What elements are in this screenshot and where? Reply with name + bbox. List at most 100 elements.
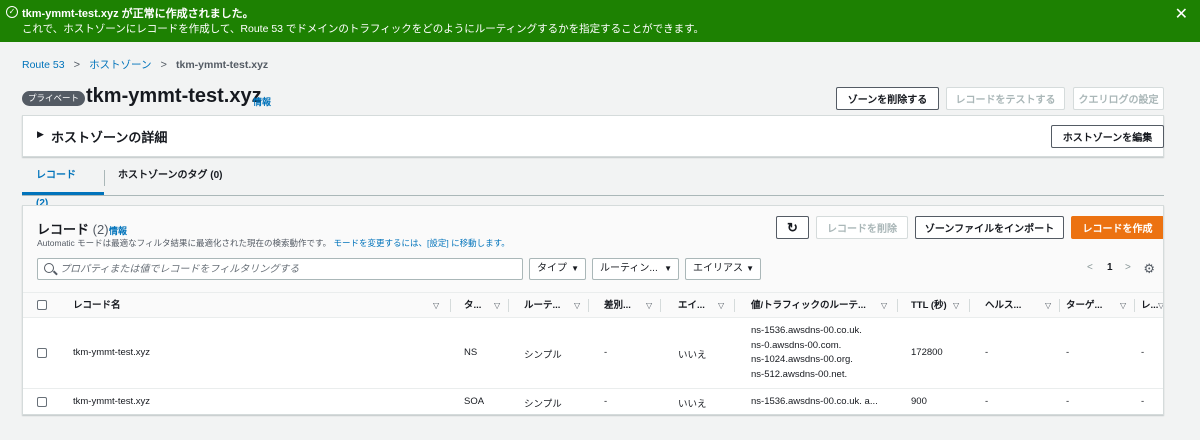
sort-icon: ▽ [646,301,653,310]
page-number[interactable]: 1 [1107,262,1113,273]
col-label: TTL (秒) [911,300,947,311]
cell-health: - [985,396,989,407]
tab-records[interactable]: レコード (2) [22,162,105,209]
table-row[interactable]: tkm-ymmt-test.xyz NS シンプル - いいえ ns-1536.… [23,318,1163,389]
cell-diff: - [604,396,608,407]
col-label: 値/トラフィックのルーテ... [751,300,866,311]
test-record-button[interactable]: レコードをテストする [946,87,1065,110]
col-target[interactable]: ターゲ... ▽ [1066,293,1136,318]
breadcrumb-hosted-zones[interactable]: ホストゾーン [89,57,151,72]
col-diff[interactable]: 差別... ▽ [604,293,664,318]
filter-type[interactable]: タイプ ▼ [529,258,586,280]
edit-zone-button[interactable]: ホストゾーンを編集 [1051,125,1164,148]
tab-records-label: レコード (2) [36,170,76,209]
col-sep [588,299,589,312]
info-link[interactable]: 情報 [253,95,271,108]
col-type[interactable]: タ... ▽ [464,293,524,318]
sort-icon: ▽ [494,301,501,310]
page-title: tkm-ymmt-test.xyz [86,85,262,107]
cell-target: - [1066,347,1070,358]
col-sep [969,299,970,312]
flash-message: これで、ホストゾーンにレコードを作成して、Route 53 でドメインのトラフィ… [22,23,705,35]
tabs: レコード (2) ホストゾーンのタグ (0) [22,162,1164,209]
table-header: レコード名 ▽ タ... ▽ ルーテ... ▽ 差別... ▽ エイ... ▽ 値/トラフ… [23,292,1163,318]
cell-type: SOA [464,396,485,407]
table-row[interactable]: tkm-ymmt-test.xyz SOA シンプル - いいえ ns-1536… [23,389,1163,414]
sort-icon: ▽ [881,301,888,310]
close-icon[interactable]: ✕ [1175,4,1188,24]
col-record-name[interactable]: レコード名 ▽ [73,293,451,318]
cell-last: - [1141,396,1145,407]
sort-icon: ▽ [953,301,960,310]
search-input[interactable] [60,261,510,277]
create-record-button[interactable]: レコードを作成 [1071,216,1163,239]
breadcrumb: Route 53 > ホストゾーン > tkm-ymmt-test.xyz [22,57,268,72]
caret-down-icon: ▼ [571,264,579,273]
sort-icon: ▽ [1120,301,1127,310]
col-sep [734,299,735,312]
import-zone-file-button[interactable]: ゾーンファイルをインポート [915,216,1064,239]
cell-routing: シンプル [524,399,562,410]
search-icon [44,263,54,273]
col-routing[interactable]: ルーテ... ▽ [524,293,592,318]
cell-diff: - [604,347,608,358]
col-values[interactable]: 値/トラフィックのルーテ... ▽ [751,293,901,318]
records-count: (2) [92,222,109,237]
value-line: ns-1536.awsdns-00.co.uk. [751,325,862,336]
col-label: 差別... [604,300,631,311]
private-badge: プライベート [22,91,86,106]
sort-icon: ▽ [433,301,440,310]
row-checkbox[interactable] [37,348,47,358]
col-label: ターゲ... [1066,300,1103,311]
records-title: レコード (2) [37,219,109,238]
gear-icon[interactable]: ⚙ [1143,261,1155,277]
col-sep [660,299,661,312]
col-label: タ... [464,300,482,311]
sort-icon: ▽ [574,301,581,310]
next-page-icon[interactable]: > [1125,262,1131,273]
col-last[interactable]: レ... ▽ [1141,293,1163,318]
details-title[interactable]: ホストゾーンの詳細 [51,127,167,146]
filter-type-label: タイプ [537,263,567,274]
cell-last: - [1141,347,1145,358]
delete-record-button[interactable]: レコードを削除 [816,216,908,239]
breadcrumb-route53[interactable]: Route 53 [22,59,65,71]
refresh-icon: ↻ [787,219,798,235]
col-ttl[interactable]: TTL (秒) ▽ [911,293,971,318]
records-desc-text: Automatic モードは最適なフィルタ結果に最適化された現在の検索動作です。 [37,238,332,248]
records-info-link[interactable]: 情報 [109,224,127,237]
cell-ttl: 900 [911,396,927,407]
col-sep [1134,299,1135,312]
value-line: ns-1024.awsdns-00.org. [751,354,853,365]
cell-target: - [1066,396,1070,407]
prev-page-icon[interactable]: < [1087,262,1093,273]
filter-routing-label: ルーティン... [600,263,658,274]
records-panel: レコード (2) 情報 Automatic モードは最適なフィルタ結果に最適化さ… [22,205,1164,415]
records-description: Automatic モードは最適なフィルタ結果に最適化された現在の検索動作です。… [37,237,510,249]
delete-zone-button[interactable]: ゾーンを削除する [836,87,939,110]
caret-down-icon: ▼ [664,264,672,273]
records-title-label: レコード [37,222,90,237]
col-sep [450,299,451,312]
col-alias[interactable]: エイ... ▽ [678,293,738,318]
col-label: ルーテ... [524,300,561,311]
query-log-button[interactable]: クエリログの設定 [1073,87,1164,110]
filter-routing[interactable]: ルーティン... ▼ [592,258,679,280]
filter-alias[interactable]: エイリアス ▼ [685,258,761,280]
hosted-zone-details-panel: ▶ ホストゾーンの詳細 ホストゾーンを編集 [22,115,1164,157]
cell-values: ns-1536.awsdns-00.co.uk. a... [751,396,878,407]
row-checkbox[interactable] [37,397,47,407]
cell-type: NS [464,347,478,358]
col-health[interactable]: ヘルス... ▽ [985,293,1060,318]
cell-health: - [985,347,989,358]
sort-icon: ▽ [718,301,725,310]
select-all-checkbox[interactable] [37,300,47,310]
cell-values: ns-1536.awsdns-00.co.uk. ns-0.awsdns-00.… [751,324,862,382]
refresh-button[interactable]: ↻ [776,216,809,239]
tab-tags[interactable]: ホストゾーンのタグ (0) [104,162,237,195]
col-sep [897,299,898,312]
settings-link[interactable]: モードを変更するには、[設定] に移動します。 [334,238,510,248]
caret-right-icon[interactable]: ▶ [37,129,44,140]
tab-tags-label: ホストゾーンのタグ (0) [118,170,223,181]
chevron-right-icon: > [160,58,167,71]
